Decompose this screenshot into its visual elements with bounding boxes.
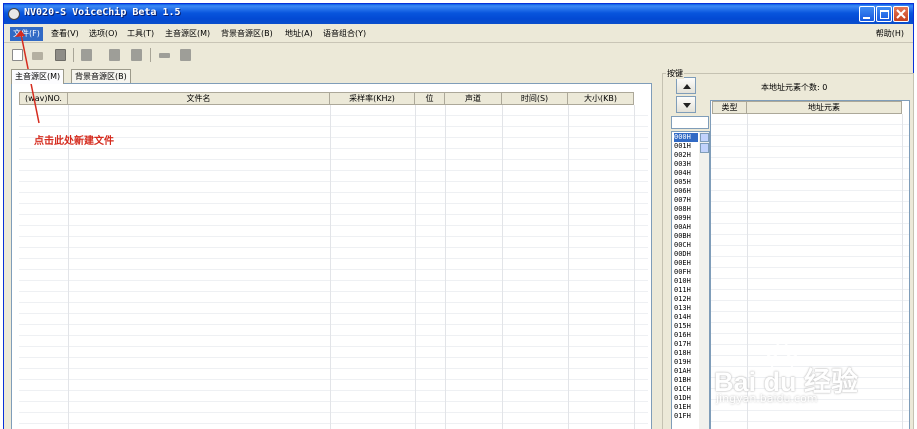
keys-group-label: 按键	[666, 68, 684, 79]
tab-main-source[interactable]: 主音源区(M)	[11, 69, 65, 84]
annotation-text: 点击此处新建文件	[34, 136, 114, 147]
annotation-arrow	[15, 30, 40, 124]
